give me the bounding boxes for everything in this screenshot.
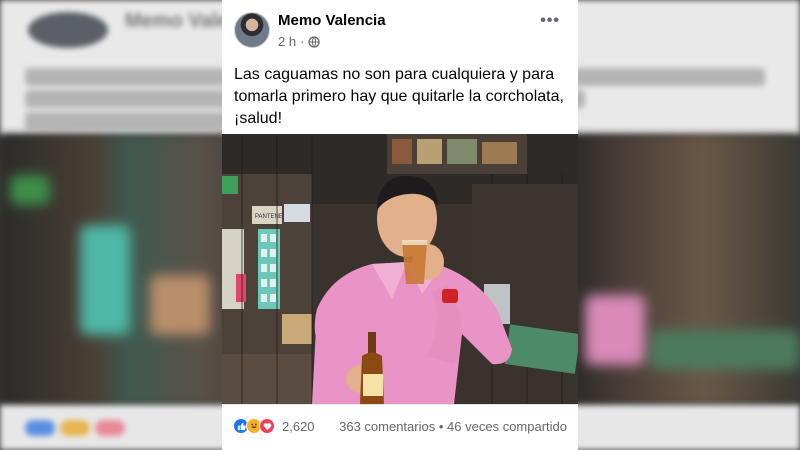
blurred-reaction bbox=[60, 420, 90, 436]
blurred-avatar bbox=[28, 12, 108, 48]
comments-count[interactable]: 363 comentarios bbox=[339, 419, 435, 434]
blurred-reaction bbox=[25, 420, 55, 436]
photo-illustration: PANTENE bbox=[222, 134, 578, 404]
post-photo[interactable]: PANTENE bbox=[222, 134, 578, 404]
blurred-shelf-item bbox=[80, 225, 130, 335]
post-header: Memo Valencia 2 h · ••• bbox=[222, 0, 578, 58]
post-stats: 363 comentarios • 46 veces compartido bbox=[339, 419, 567, 434]
post-time[interactable]: 2 h bbox=[278, 34, 296, 49]
author-name[interactable]: Memo Valencia bbox=[278, 12, 386, 29]
blurred-counter bbox=[650, 330, 800, 370]
blurred-reaction bbox=[95, 420, 125, 436]
product-sign-text: PANTENE bbox=[255, 214, 283, 220]
shares-count[interactable]: 46 veces compartido bbox=[447, 419, 567, 434]
reaction-icons[interactable] bbox=[233, 418, 275, 434]
more-options-icon[interactable]: ••• bbox=[540, 12, 560, 30]
blurred-shelf-item bbox=[150, 275, 210, 335]
post-footer: 2,620 363 comentarios • 46 veces compart… bbox=[222, 404, 578, 450]
post-card: Memo Valencia 2 h · ••• Las caguamas no … bbox=[222, 0, 578, 450]
post-text: Las caguamas no son para cualquiera y pa… bbox=[234, 66, 564, 127]
post-meta: 2 h · bbox=[278, 34, 321, 49]
author-avatar[interactable] bbox=[234, 12, 270, 48]
blurred-shirt bbox=[585, 295, 645, 365]
stats-separator: • bbox=[438, 419, 444, 434]
blurred-shelf-item bbox=[10, 175, 50, 205]
meta-separator: · bbox=[300, 34, 305, 49]
love-icon bbox=[259, 418, 275, 434]
globe-icon[interactable] bbox=[308, 35, 321, 48]
reaction-count[interactable]: 2,620 bbox=[282, 419, 315, 434]
